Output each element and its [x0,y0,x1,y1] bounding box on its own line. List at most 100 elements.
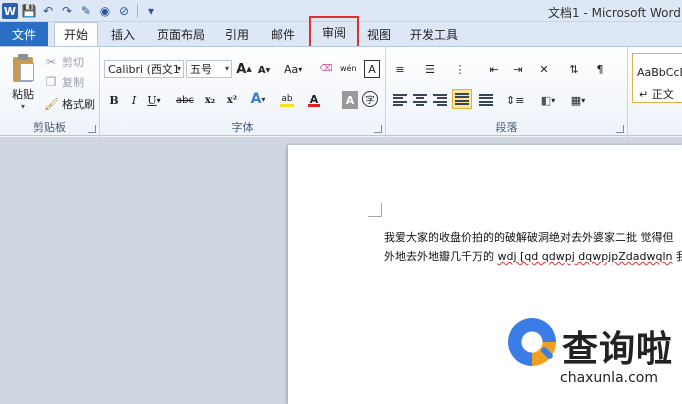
highlight-button[interactable]: ab [278,90,296,108]
paragraph-group-label: 段落 [495,121,518,134]
enclose-characters-button[interactable]: 字 [362,91,378,107]
undo-icon[interactable]: ↶ [40,3,56,19]
show-marks-button[interactable]: ¶ [592,60,608,78]
cut-label: 剪切 [62,56,84,69]
watermark-text: 查询啦 [562,329,674,370]
grow-font-button[interactable]: A ▲ [236,60,252,78]
bold-button[interactable]: B [106,91,122,109]
chinese-layout-button[interactable]: ✕ [536,60,552,78]
paintbrush-icon: 🖌 [44,97,60,111]
tab-review[interactable]: 审阅 [309,16,359,48]
multilevel-list-button[interactable]: ⋮ [452,60,468,78]
document-line-1: 我爱大家的收盘价拍的的破解破洞绝对去外婆家二批 觉得但 [384,231,674,244]
phonetic-guide-button[interactable]: wén [340,59,357,77]
align-right-icon [433,94,447,106]
font-color-button[interactable]: A [306,90,322,108]
customize-icon[interactable]: ▾ [143,3,159,19]
text-effects-button[interactable]: A ▾ [250,90,266,108]
tab-references[interactable]: 引用 [218,22,256,46]
bullets-icon: ≡ [395,62,405,76]
copy-label: 复制 [62,76,84,89]
borders-button[interactable]: ▦ ▾ [570,91,586,109]
format-painter-button[interactable]: 🖌 格式刷 [44,95,95,113]
decrease-indent-button[interactable]: ⇤ [486,60,502,78]
clear-icon[interactable]: ⊘ [116,3,132,19]
borders-icon: ▦ [570,93,582,107]
change-case-button[interactable]: Aa ▾ [284,60,302,78]
chevron-down-icon[interactable]: ▾ [21,102,25,111]
font-group: Calibri (西文1 ▾ 五号 ▾ A ▲ A ▼ Aa ▾ ⌫ wén A B … [100,47,386,137]
highlight-color-bar [280,104,294,107]
redo-icon[interactable]: ↷ [59,3,75,19]
tab-file[interactable]: 文件 [0,22,48,46]
quick-access-toolbar: W 💾 ↶ ↷ ✎ ◉ ⊘ ▾ [2,2,159,20]
sort-button[interactable]: ⇅ [566,60,582,78]
style-normal[interactable]: AaBbCcDc ↵ 正文 [632,53,682,103]
align-center-icon [413,94,427,106]
magnifier-logo-icon [508,318,556,366]
distribute-icon [479,94,493,106]
misspelled-text: wdj [qd qdwpj dqwpjpZdadwqln [497,250,673,263]
align-right-button[interactable] [432,91,448,109]
multilevel-list-icon: ⋮ [454,62,466,76]
numbering-icon: ☰ [425,62,435,76]
character-border-button[interactable]: A [364,60,380,78]
document-line-2: 外地去外地瓣几千万的 wdj [qd qdwpj dqwpjpZdadwqln … [384,248,682,264]
justify-button[interactable] [452,89,472,109]
character-shading-button[interactable]: A [342,91,358,109]
increase-indent-icon: ⇥ [513,62,523,76]
superscript-button[interactable]: x² [224,91,240,109]
line-2-suffix: 我即使 [676,250,682,263]
distribute-button[interactable] [478,91,494,109]
italic-button[interactable]: I [126,91,142,109]
dialog-launcher-icon[interactable] [616,125,624,133]
paste-label: 粘贴 [12,88,34,101]
style-name: ↵ 正文 [639,88,674,101]
font-name-value: Calibri (西文1 [108,63,180,76]
bullets-button[interactable]: ≡ [392,60,408,78]
watermark-url: chaxunla.com [560,370,658,386]
tab-insert[interactable]: 插入 [104,22,142,46]
numbering-button[interactable]: ☰ [422,60,438,78]
align-center-button[interactable] [412,91,428,109]
decrease-indent-icon: ⇤ [489,62,499,76]
window-title: 文档1 - Microsoft Word [548,6,681,20]
scissors-icon: ✂ [45,55,57,69]
tab-mailings[interactable]: 邮件 [264,22,302,46]
shrink-font-button[interactable]: A ▼ [256,61,272,79]
separator [137,4,138,18]
tab-home[interactable]: 开始 [54,22,98,46]
tab-page-layout[interactable]: 页面布局 [152,22,210,46]
tab-view[interactable]: 视图 [362,22,396,46]
align-left-icon [393,94,407,106]
dialog-launcher-icon[interactable] [374,125,382,133]
line-spacing-icon: ⇕≡ [506,93,525,107]
ribbon: 粘贴 ▾ ✂ 剪切 ❐ 复制 🖌 格式刷 剪贴板 Calibri (西文1 ▾ … [0,46,682,137]
format-painter-label: 格式刷 [62,98,95,111]
increase-indent-button[interactable]: ⇥ [510,60,526,78]
dialog-launcher-icon[interactable] [88,125,96,133]
chevron-down-icon: ▾ [224,64,229,73]
chevron-down-icon: ▾ [176,64,181,73]
font-size-combo[interactable]: 五号 ▾ [186,60,232,78]
color-wheel-icon[interactable]: ◉ [97,3,113,19]
copy-icon: ❐ [45,75,57,89]
save-icon[interactable]: 💾 [21,3,37,19]
paste-button[interactable]: 粘贴 ▾ [6,53,40,113]
shading-button[interactable]: ◧ ▾ [540,91,556,109]
format-painter-icon[interactable]: ✎ [78,3,94,19]
cut-button[interactable]: ✂ 剪切 [44,53,84,71]
strikethrough-button[interactable]: abc [176,91,194,109]
clipboard-group-label: 剪贴板 [33,121,66,134]
align-left-button[interactable] [392,91,408,109]
underline-button[interactable]: U ▾ [146,91,162,109]
font-name-combo[interactable]: Calibri (西文1 ▾ [104,60,184,78]
subscript-button[interactable]: x₂ [202,91,218,109]
ribbon-tabs: 文件 开始 插入 页面布局 引用 邮件 审阅 视图 开发工具 [0,16,682,48]
clear-formatting-button[interactable]: ⌫ [318,60,334,78]
justify-icon [455,93,469,105]
line-spacing-button[interactable]: ⇕≡ [506,91,524,109]
tab-developer[interactable]: 开发工具 [404,22,464,46]
font-size-value: 五号 [190,63,212,76]
copy-button[interactable]: ❐ 复制 [44,73,84,91]
